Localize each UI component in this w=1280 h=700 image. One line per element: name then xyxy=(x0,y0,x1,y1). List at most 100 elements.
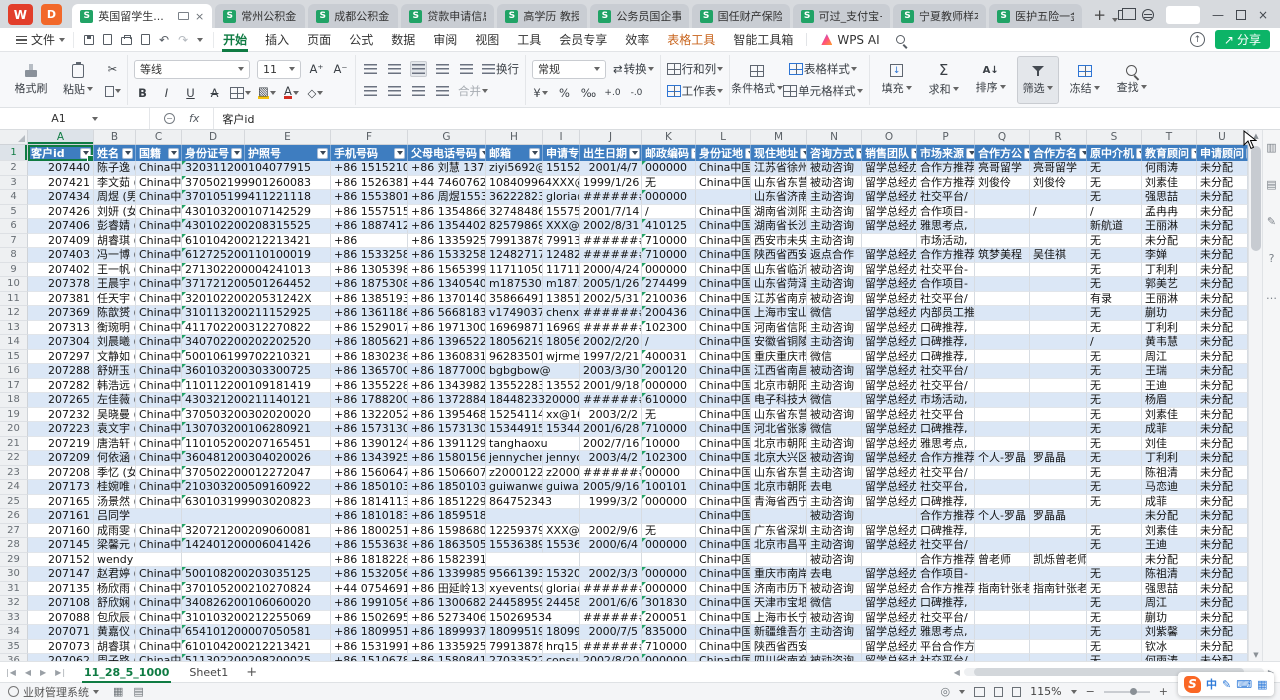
cell-P35[interactable]: 平台合作方 xyxy=(917,640,975,655)
cell-C20[interactable]: China中国 xyxy=(136,422,182,437)
cell-R7[interactable] xyxy=(1030,234,1087,249)
merge-cells-button[interactable]: 合并 xyxy=(458,83,488,99)
cell-G14[interactable]: +86 1396522100 xyxy=(408,335,486,350)
cell-M16[interactable]: 江西省南昌 xyxy=(751,364,807,379)
cell-J16[interactable]: 2003/3/30 xyxy=(580,364,642,379)
cell-H17[interactable]: 135522836 xyxy=(486,379,543,394)
row-header-16[interactable]: 16 xyxy=(0,364,28,379)
cell-O5[interactable]: 留学总经办 xyxy=(862,205,917,220)
row-header-8[interactable]: 8 xyxy=(0,248,28,263)
cell-A4[interactable]: 207434 xyxy=(28,190,94,205)
tool-筛选-button[interactable]: 筛选 xyxy=(1017,56,1059,104)
cell-H10[interactable]: m1875308 xyxy=(486,277,543,292)
cell-M28[interactable]: 北京市昌平 xyxy=(751,538,807,553)
cell-G31[interactable]: +86 田延岭13954 xyxy=(408,582,486,597)
clipboard-icon[interactable]: ▤ xyxy=(1266,179,1276,190)
menu-item-智能工具箱[interactable]: 智能工具箱 xyxy=(724,28,802,52)
cell-G12[interactable]: +86 56681836 xyxy=(408,306,486,321)
cell-C14[interactable]: China中国 xyxy=(136,335,182,350)
cell-F28[interactable]: +86 15536380 xyxy=(331,538,408,553)
cell-J35[interactable]: ######## xyxy=(580,640,642,655)
cell-S11[interactable]: 有录 xyxy=(1087,292,1142,307)
cell-H11[interactable]: 358664913 xyxy=(486,292,543,307)
cell-G13[interactable]: +86 1971300890 xyxy=(408,321,486,336)
cell-J2[interactable]: 2001/4/7 xyxy=(580,161,642,176)
cell-C10[interactable]: China中国 xyxy=(136,277,182,292)
cell-K36[interactable]: 000000 xyxy=(642,654,696,661)
cell-G22[interactable]: +86 1580156591 xyxy=(408,451,486,466)
cell-M2[interactable]: 江苏省徐州 xyxy=(751,161,807,176)
ime-chinese-mode-icon[interactable]: 中 xyxy=(1206,676,1217,692)
cell-R3[interactable]: 刘俊伶 xyxy=(1030,176,1087,191)
cell-K10[interactable]: 274499 xyxy=(642,277,696,292)
account-chip[interactable] xyxy=(1166,6,1200,24)
filter-dropdown-icon[interactable] xyxy=(394,148,405,159)
cell-T2[interactable]: 何雨涛 xyxy=(1142,161,1197,176)
cell-O30[interactable]: 留学总经办 xyxy=(862,567,917,582)
field-header-O[interactable]: 销售团队 xyxy=(862,145,917,161)
cell-S26[interactable] xyxy=(1087,509,1142,524)
cell-S18[interactable]: 无 xyxy=(1087,393,1142,408)
cell-I11[interactable]: 138519326 xyxy=(543,292,580,307)
sheet-nav-first-icon[interactable]: |◀ xyxy=(6,668,17,677)
cell-C6[interactable]: China中国 xyxy=(136,219,182,234)
field-header-N[interactable]: 咨询方式 xyxy=(807,145,862,161)
cell-U13[interactable]: 未分配 xyxy=(1197,321,1248,336)
cell-M29[interactable] xyxy=(751,553,807,568)
column-header-L[interactable]: L xyxy=(696,130,751,144)
menu-item-效率[interactable]: 效率 xyxy=(616,28,658,52)
cell-F10[interactable]: +86 18753080 xyxy=(331,277,408,292)
cell-J15[interactable]: 1997/2/21 xyxy=(580,350,642,365)
cell-P10[interactable]: 合作项目- xyxy=(917,277,975,292)
cell-I19[interactable]: xx@163.c xyxy=(543,408,580,423)
cell-H21[interactable]: tanghaoxu xyxy=(486,437,580,452)
cell-A15[interactable]: 207297 xyxy=(28,350,94,365)
cell-H8[interactable]: 124827175 xyxy=(486,248,543,263)
cell-U34[interactable]: 未分配 xyxy=(1197,625,1248,640)
cell-N21[interactable]: 主动咨询 xyxy=(807,437,862,452)
cell-H35[interactable]: 799138782 xyxy=(486,640,543,655)
column-header-E[interactable]: E xyxy=(245,130,331,144)
zoom-out-button[interactable]: − xyxy=(1086,685,1095,698)
cell-K8[interactable]: 710000 xyxy=(642,248,696,263)
cell-I7[interactable]: 799138782 xyxy=(543,234,580,249)
cell-Q36[interactable] xyxy=(975,654,1030,661)
cell-K4[interactable]: 000000 xyxy=(642,190,696,205)
percent-button[interactable]: % xyxy=(556,85,573,101)
cell-P28[interactable]: 社交平台/ xyxy=(917,538,975,553)
cell-I13[interactable]: 169698712 xyxy=(543,321,580,336)
column-header-C[interactable]: C xyxy=(136,130,182,144)
cell-B9[interactable]: 王一帆 (男 xyxy=(94,263,136,278)
cell-U27[interactable]: 未分配 xyxy=(1197,524,1248,539)
align-middle-button[interactable] xyxy=(386,61,403,77)
page-break-view-icon[interactable] xyxy=(1012,687,1021,697)
font-name-select[interactable]: 等线 xyxy=(134,60,250,79)
cell-T6[interactable]: 王丽淋 xyxy=(1142,219,1197,234)
cell-T25[interactable]: 成菲 xyxy=(1142,495,1197,510)
cell-M4[interactable]: 山东省济南 xyxy=(751,190,807,205)
cell-O35[interactable]: 留学总经办 xyxy=(862,640,917,655)
cell-D30[interactable]: 500108200203035125 xyxy=(182,567,331,582)
cell-I24[interactable]: guiwanwei xyxy=(543,480,580,495)
cell-A27[interactable]: 207160 xyxy=(28,524,94,539)
file-tab[interactable]: S贷款申请信息.xlsx xyxy=(401,4,494,28)
cancel-entry-icon[interactable]: − xyxy=(164,113,175,124)
filter-dropdown-icon[interactable] xyxy=(800,148,807,159)
cell-B32[interactable]: 舒欣娴 (女 xyxy=(94,596,136,611)
cell-J14[interactable]: 2002/2/20 xyxy=(580,335,642,350)
row-header-32[interactable]: 32 xyxy=(0,596,28,611)
cell-L31[interactable]: China中国 xyxy=(696,582,751,597)
cell-F9[interactable]: +86 13053983 xyxy=(331,263,408,278)
cell-I14[interactable]: 180562199 xyxy=(543,335,580,350)
cell-T26[interactable]: 未分配 xyxy=(1142,509,1197,524)
cell-Q29[interactable]: 曾老师 xyxy=(975,553,1030,568)
cell-R10[interactable] xyxy=(1030,277,1087,292)
cell-R2[interactable]: 亮哥留学 xyxy=(1030,161,1087,176)
cell-C3[interactable]: China中国 xyxy=(136,176,182,191)
cell-A5[interactable]: 207426 xyxy=(28,205,94,220)
cell-U18[interactable]: 未分配 xyxy=(1197,393,1248,408)
cell-G9[interactable]: +86 1565399710 xyxy=(408,263,486,278)
row-header-23[interactable]: 23 xyxy=(0,466,28,481)
cell-G36[interactable]: +86 1580841099 xyxy=(408,654,486,661)
cell-O13[interactable]: 留学总经办 xyxy=(862,321,917,336)
